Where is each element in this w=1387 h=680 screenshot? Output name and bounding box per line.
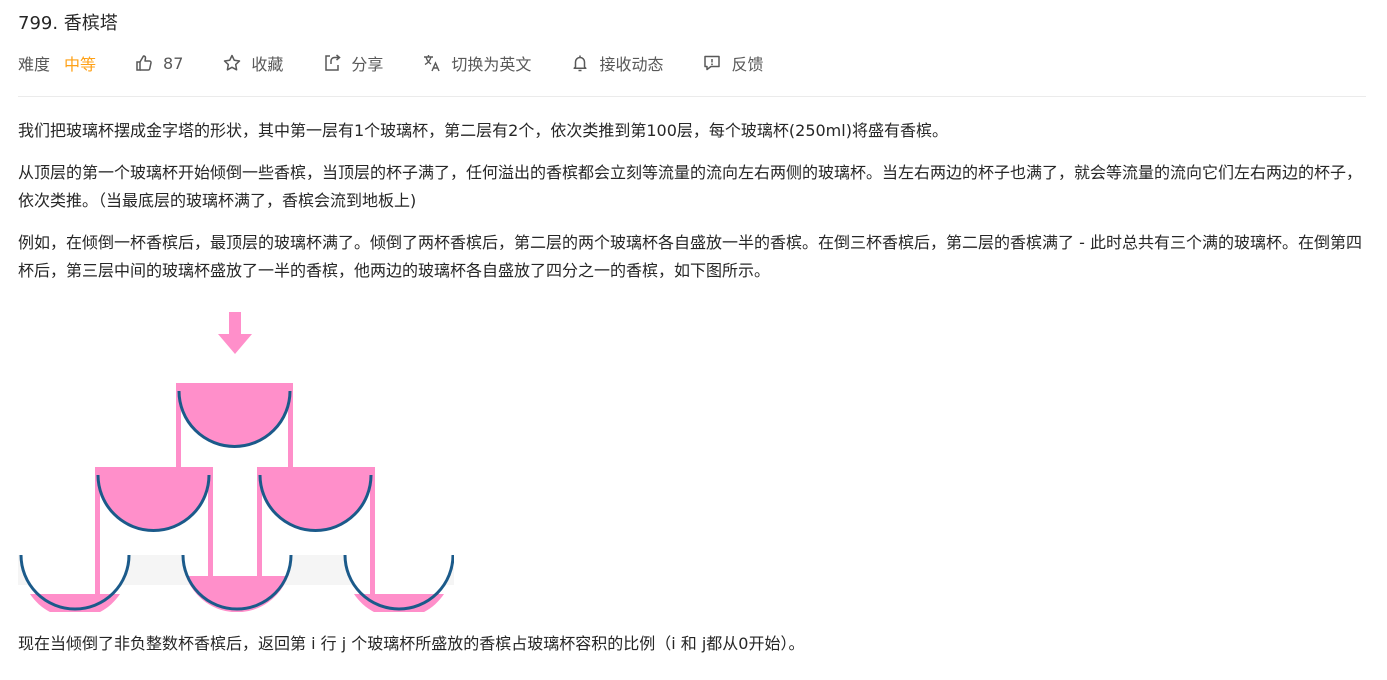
star-icon xyxy=(222,53,242,73)
problem-meta-bar: 难度 中等 87 收藏 分享 切换为英文 接收动态 反馈 xyxy=(18,51,763,75)
glass-row2-col2 xyxy=(343,554,454,612)
difficulty: 难度 中等 xyxy=(18,51,96,75)
share-label: 分享 xyxy=(351,55,384,74)
difficulty-label: 难度 xyxy=(18,55,51,74)
feedback-button[interactable]: 反馈 xyxy=(702,51,763,75)
description-paragraph-3: 例如，在倾倒一杯香槟后，最顶层的玻璃杯满了。倾倒了两杯香槟后，第二层的两个玻璃杯… xyxy=(18,233,1362,280)
subscribe-button[interactable]: 接收动态 xyxy=(570,51,663,75)
share-icon xyxy=(322,53,342,73)
share-button[interactable]: 分享 xyxy=(322,51,383,75)
problem-description: 我们把玻璃杯摆成金字塔的形状，其中第一层有1个玻璃杯，第二层有2个，依次类推到第… xyxy=(18,117,1368,299)
feedback-icon xyxy=(702,53,722,73)
description-paragraph-4: 现在当倾倒了非负整数杯香槟后，返回第 i 行 j 个玻璃杯所盛放的香槟占玻璃杯容… xyxy=(18,634,805,653)
subscribe-label: 接收动态 xyxy=(599,55,664,74)
favorite-button[interactable]: 收藏 xyxy=(222,51,283,75)
champagne-tower-figure xyxy=(18,312,454,612)
pour-arrow-icon xyxy=(218,312,252,354)
description-paragraph-2: 从顶层的第一个玻璃杯开始倾倒一些香槟，当顶层的杯子满了，任何溢出的香槟都会立刻等… xyxy=(18,163,1363,210)
glass-row2-col1 xyxy=(181,554,293,612)
header-divider xyxy=(18,96,1366,97)
thumbs-up-icon xyxy=(134,53,154,73)
favorite-label: 收藏 xyxy=(251,55,284,74)
switch-language-label: 切换为英文 xyxy=(451,55,532,74)
difficulty-value: 中等 xyxy=(64,55,97,74)
like-count: 87 xyxy=(163,53,184,73)
glass-row0-col0 xyxy=(177,390,292,448)
glass-row2-col0 xyxy=(19,554,131,612)
glass-row1-col0 xyxy=(96,474,211,532)
like-button[interactable]: 87 xyxy=(134,53,183,73)
bell-icon xyxy=(570,53,590,73)
glass-row1-col1 xyxy=(258,474,373,532)
translate-icon xyxy=(422,53,442,73)
switch-language-button[interactable]: 切换为英文 xyxy=(422,51,531,75)
problem-title: 799. 香槟塔 xyxy=(18,13,118,34)
feedback-label: 反馈 xyxy=(731,55,764,74)
description-paragraph-1: 我们把玻璃杯摆成金字塔的形状，其中第一层有1个玻璃杯，第二层有2个，依次类推到第… xyxy=(18,121,948,140)
